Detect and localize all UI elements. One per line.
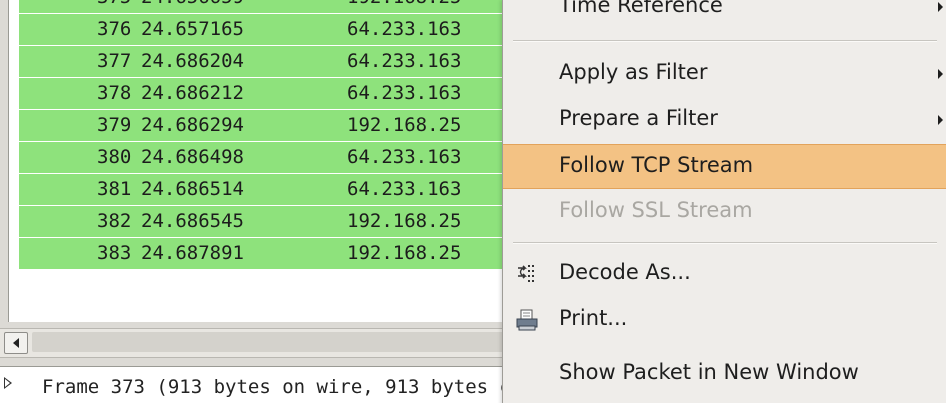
submenu-arrow-icon xyxy=(938,69,943,79)
packet-source: 192.168.25 xyxy=(347,114,462,136)
packet-number: 375 xyxy=(97,0,131,8)
packet-time: 24.686294 xyxy=(141,114,244,136)
menu-item-follow-ssl-stream: Follow SSL Stream xyxy=(503,190,946,234)
menu-item-time-reference[interactable]: Time Reference xyxy=(503,0,946,29)
packet-time: 24.686498 xyxy=(141,146,244,168)
packet-source: 64.233.163 xyxy=(347,50,462,72)
packet-time: 24.686545 xyxy=(141,210,244,232)
packet-source: 192.168.25 xyxy=(347,0,461,8)
packet-time: 24.656659 xyxy=(141,0,244,8)
expand-triangle-icon[interactable] xyxy=(4,377,12,389)
context-menu: Time Reference Apply as Filter Prepare a… xyxy=(502,0,946,403)
packet-time: 24.686212 xyxy=(141,82,244,104)
menu-separator xyxy=(513,242,937,244)
menu-item-label: Show Packet in New Window xyxy=(559,360,859,384)
packet-number: 379 xyxy=(97,114,132,136)
menu-item-show-packet-in-new-window[interactable]: Show Packet in New Window xyxy=(503,352,946,396)
packet-source: 64.233.163 xyxy=(347,82,462,104)
submenu-arrow-icon xyxy=(938,115,943,125)
submenu-arrow-icon xyxy=(938,2,943,12)
menu-item-print[interactable]: Print... xyxy=(503,298,946,342)
menu-item-label: Prepare a Filter xyxy=(559,106,718,130)
decode-icon xyxy=(518,265,534,282)
packet-time: 24.686204 xyxy=(141,50,244,72)
packet-time: 24.687891 xyxy=(141,242,244,264)
packet-number: 376 xyxy=(97,18,132,40)
packet-number: 377 xyxy=(97,50,132,72)
packet-number: 380 xyxy=(97,146,132,168)
packet-number: 382 xyxy=(97,210,132,232)
menu-item-label: Follow TCP Stream xyxy=(559,153,754,177)
menu-separator xyxy=(513,40,937,42)
scroll-left-button[interactable] xyxy=(4,332,28,354)
packet-source: 64.233.163 xyxy=(347,146,462,168)
menu-item-apply-as-filter[interactable]: Apply as Filter xyxy=(503,52,946,96)
menu-item-label: Decode As... xyxy=(559,260,691,284)
packet-source: 192.168.25 xyxy=(347,210,462,232)
menu-item-label: Apply as Filter xyxy=(559,60,708,84)
arrow-left-icon xyxy=(13,338,19,348)
menu-item-label: Print... xyxy=(559,306,628,330)
packet-time: 24.657165 xyxy=(141,18,244,40)
packet-number: 383 xyxy=(97,242,132,264)
packet-number: 378 xyxy=(97,82,132,104)
menu-item-prepare-a-filter[interactable]: Prepare a Filter xyxy=(503,98,946,142)
packet-number: 381 xyxy=(97,178,132,200)
menu-item-follow-tcp-stream[interactable]: Follow TCP Stream xyxy=(503,144,946,189)
packet-source: 192.168.25 xyxy=(347,242,462,264)
menu-item-decode-as[interactable]: Decode As... xyxy=(503,252,946,296)
printer-icon xyxy=(516,309,538,331)
menu-item-label: Time Reference xyxy=(559,0,723,17)
packet-source: 64.233.163 xyxy=(347,178,462,200)
packet-time: 24.686514 xyxy=(141,178,244,200)
menu-item-label: Follow SSL Stream xyxy=(559,198,753,222)
packet-source: 64.233.163 xyxy=(347,18,462,40)
